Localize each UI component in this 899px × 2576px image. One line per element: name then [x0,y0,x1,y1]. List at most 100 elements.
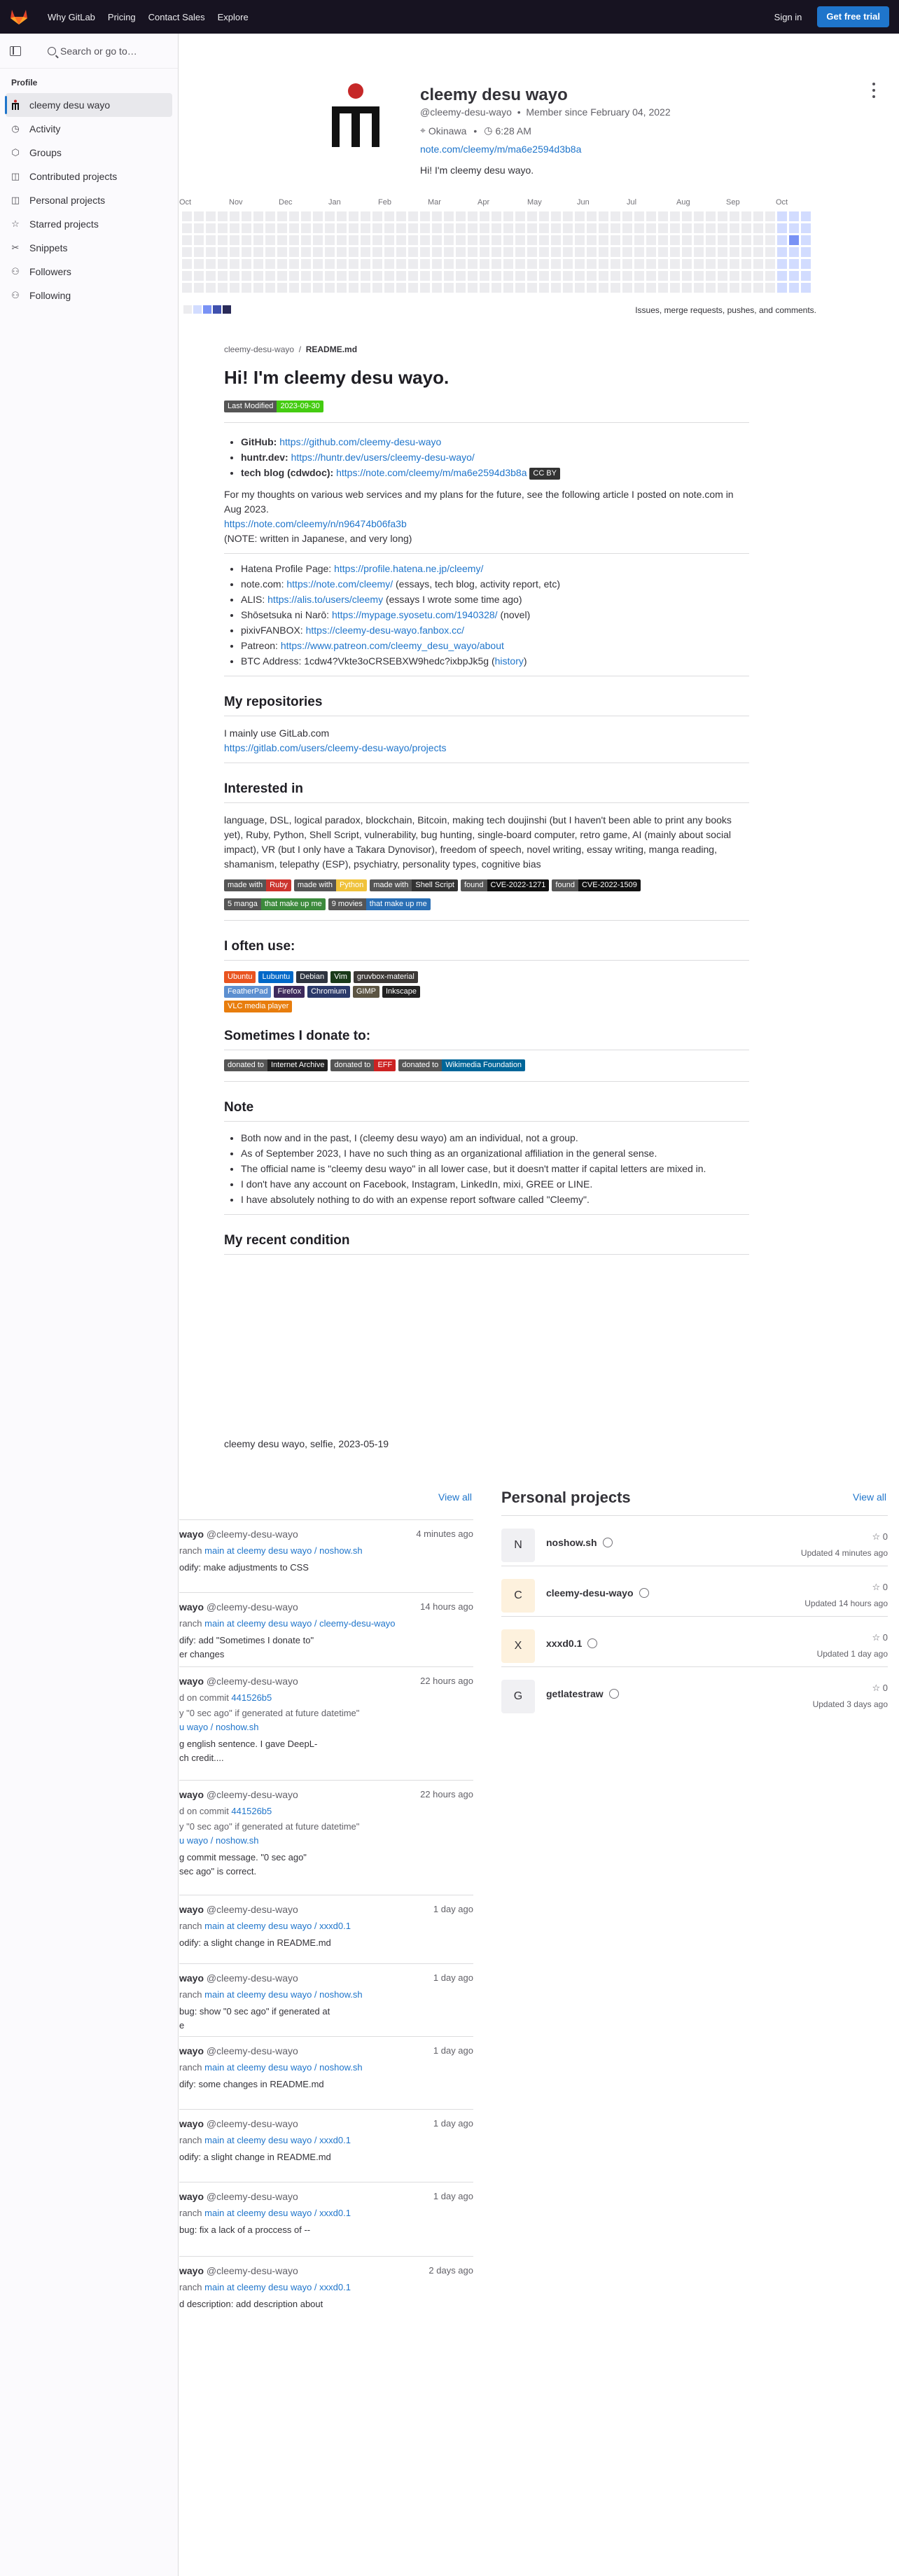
calendar-day[interactable] [325,283,335,293]
calendar-day[interactable] [563,259,573,269]
calendar-day[interactable] [563,235,573,245]
calendar-day[interactable] [694,271,704,281]
sidebar-item-followers[interactable]: ⚇ Followers [6,260,172,284]
calendar-day[interactable] [753,259,763,269]
calendar-day[interactable] [801,259,811,269]
calendar-day[interactable] [730,271,739,281]
calendar-day[interactable] [646,259,656,269]
calendar-day[interactable] [801,283,811,293]
calendar-day[interactable] [337,271,347,281]
calendar-day[interactable] [730,283,739,293]
calendar-day[interactable] [230,211,239,221]
calendar-day[interactable] [444,283,454,293]
calendar-day[interactable] [182,235,192,245]
calendar-day[interactable] [361,271,370,281]
calendar-day[interactable] [361,235,370,245]
calendar-day[interactable] [218,259,228,269]
calendar-day[interactable] [372,247,382,257]
calendar-day[interactable] [194,271,204,281]
author-name[interactable]: wayo [179,1676,204,1687]
calendar-day[interactable] [325,223,335,233]
sidebar-item-following[interactable]: ⚇ Following [6,284,172,307]
calendar-day[interactable] [515,235,525,245]
calendar-day[interactable] [694,211,704,221]
calendar-day[interactable] [503,211,513,221]
calendar-day[interactable] [206,235,216,245]
github-link[interactable]: https://github.com/cleemy-desu-wayo [279,436,441,447]
calendar-day[interactable] [527,223,537,233]
calendar-day[interactable] [753,271,763,281]
calendar-day[interactable] [670,283,680,293]
calendar-day[interactable] [242,283,251,293]
calendar-day[interactable] [242,235,251,245]
calendar-day[interactable] [575,283,585,293]
calendar-day[interactable] [777,211,787,221]
calendar-day[interactable] [301,259,311,269]
calendar-day[interactable] [289,271,299,281]
calendar-day[interactable] [384,283,394,293]
event-target-link[interactable]: main at cleemy desu wayo / xxxd0.1 [204,2135,351,2145]
site-link[interactable]: https://alis.to/users/cleemy [267,594,383,605]
calendar-day[interactable] [765,271,775,281]
calendar-day[interactable] [730,223,739,233]
calendar-day[interactable] [444,235,454,245]
calendar-day[interactable] [253,283,263,293]
author-name[interactable]: wayo [179,1601,204,1613]
calendar-day[interactable] [432,283,442,293]
calendar-day[interactable] [468,271,478,281]
calendar-day[interactable] [277,247,287,257]
calendar-day[interactable] [420,283,430,293]
calendar-day[interactable] [694,247,704,257]
event-target-link[interactable]: main at cleemy desu wayo / noshow.sh [204,2062,362,2073]
calendar-day[interactable] [361,259,370,269]
calendar-day[interactable] [361,247,370,257]
calendar-day[interactable] [492,247,501,257]
calendar-day[interactable] [420,223,430,233]
calendar-day[interactable] [563,223,573,233]
calendar-day[interactable] [182,247,192,257]
calendar-day[interactable] [527,283,537,293]
calendar-day[interactable] [658,211,668,221]
calendar-day[interactable] [789,259,799,269]
calendar-day[interactable] [527,211,537,221]
calendar-day[interactable] [325,211,335,221]
calendar-day[interactable] [503,223,513,233]
calendar-day[interactable] [230,271,239,281]
calendar-day[interactable] [789,283,799,293]
calendar-day[interactable] [242,211,251,221]
calendar-day[interactable] [611,283,620,293]
calendar-day[interactable] [694,235,704,245]
calendar-day[interactable] [575,247,585,257]
calendar-day[interactable] [741,259,751,269]
calendar-day[interactable] [658,223,668,233]
calendar-day[interactable] [777,223,787,233]
calendar-day[interactable] [599,247,608,257]
calendar-day[interactable] [551,283,561,293]
profile-website-link[interactable]: note.com/cleemy/m/ma6e2594d3b8a [420,144,581,155]
calendar-day[interactable] [325,235,335,245]
calendar-day[interactable] [539,247,549,257]
activity-view-all-link[interactable]: View all [438,1491,472,1503]
calendar-day[interactable] [396,283,406,293]
calendar-day[interactable] [444,223,454,233]
calendar-day[interactable] [670,235,680,245]
calendar-day[interactable] [242,247,251,257]
author-name[interactable]: wayo [179,1529,204,1540]
calendar-day[interactable] [432,235,442,245]
calendar-day[interactable] [313,283,323,293]
calendar-day[interactable] [206,259,216,269]
author-name[interactable]: wayo [179,2045,204,2056]
calendar-day[interactable] [539,235,549,245]
calendar-day[interactable] [456,211,466,221]
calendar-day[interactable] [206,283,216,293]
calendar-day[interactable] [218,283,228,293]
search-button[interactable]: Search or go to… [48,46,137,57]
project-name[interactable]: xxxd0.1 [546,1638,582,1649]
calendar-day[interactable] [753,283,763,293]
project-item[interactable]: Ccleemy-desu-wayo ☆ 0 Updated 14 hours ago [501,1566,888,1616]
gitlab-logo-icon[interactable] [10,8,28,25]
calendar-day[interactable] [694,283,704,293]
calendar-day[interactable] [242,223,251,233]
event-target-link[interactable]: main at cleemy desu wayo / xxxd0.1 [204,1921,351,1931]
calendar-day[interactable] [789,223,799,233]
